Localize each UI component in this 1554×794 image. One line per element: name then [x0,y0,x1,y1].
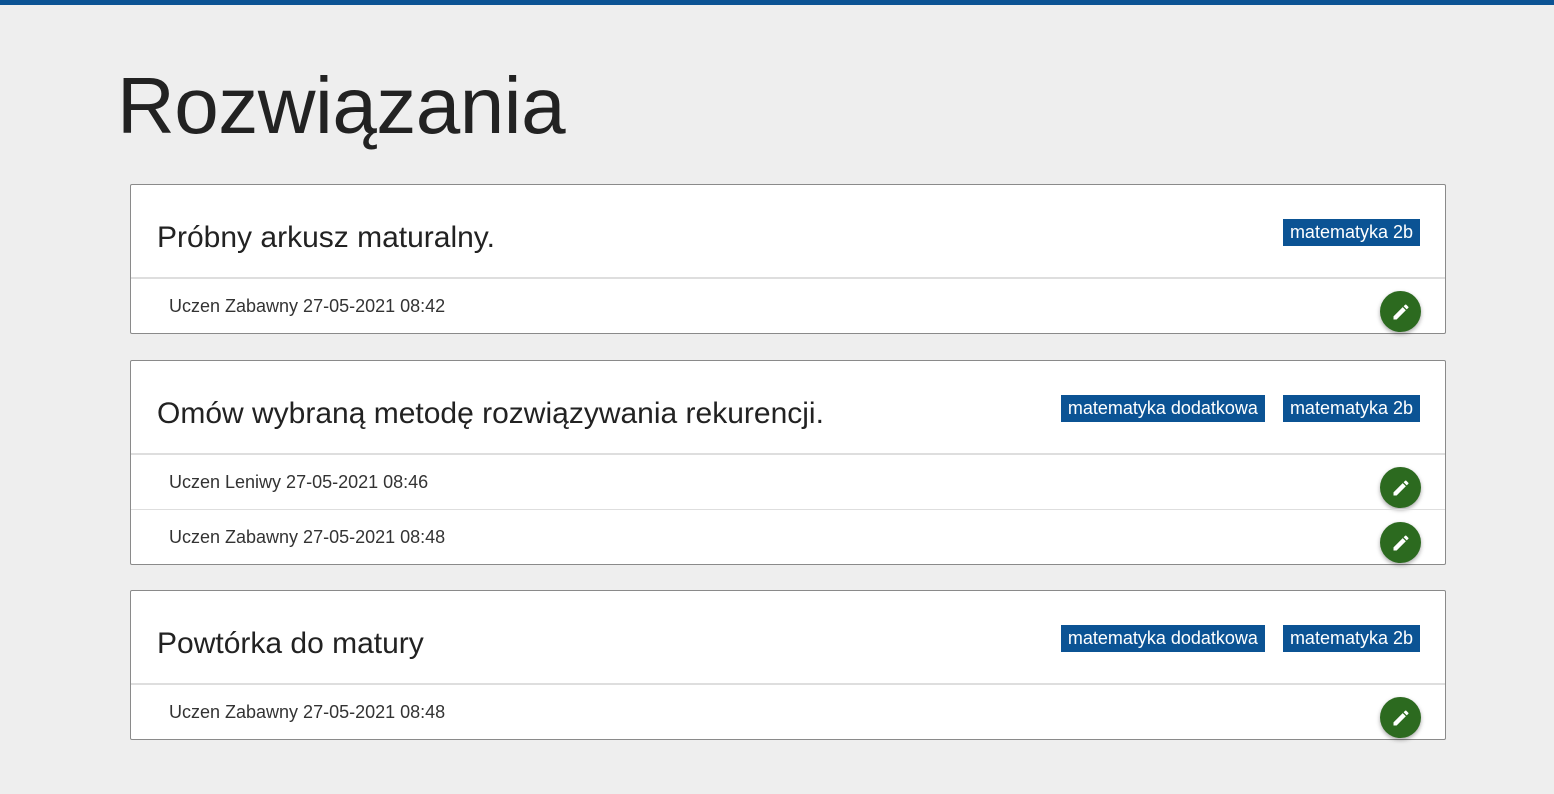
tag-badge[interactable]: matematyka dodatkowa [1060,625,1265,652]
solution-card: Próbny arkusz maturalny. matematyka 2b U… [130,184,1446,334]
card-header: Powtórka do matury matematyka dodatkowa … [131,591,1445,684]
tag-badge[interactable]: matematyka 2b [1282,625,1420,652]
solution-card: Powtórka do matury matematyka dodatkowa … [130,590,1446,740]
solution-card: Omów wybraną metodę rozwiązywania rekure… [130,360,1446,565]
submission-info: Uczen Zabawny 27-05-2021 08:48 [169,527,446,547]
pencil-icon [1393,709,1409,725]
tag-badge[interactable]: matematyka 2b [1282,395,1420,422]
tag-list: matematyka 2b [1282,219,1420,246]
edit-button[interactable] [1380,697,1421,738]
pencil-icon [1393,479,1409,495]
card-title[interactable]: Próbny arkusz maturalny. [157,220,495,256]
submission-row: Uczen Zabawny 27-05-2021 08:42 [131,278,1445,333]
edit-button[interactable] [1380,522,1421,563]
submission-row: Uczen Zabawny 27-05-2021 08:48 [131,509,1445,564]
tag-badge[interactable]: matematyka 2b [1282,219,1420,246]
pencil-icon [1393,303,1409,319]
tag-badge[interactable]: matematyka dodatkowa [1060,395,1265,422]
edit-button[interactable] [1380,467,1421,508]
tag-list: matematyka dodatkowa matematyka 2b [1060,625,1420,652]
card-title[interactable]: Powtórka do matury [157,626,424,662]
edit-button[interactable] [1380,291,1421,332]
card-header: Próbny arkusz maturalny. matematyka 2b [131,185,1445,278]
submission-row: Uczen Zabawny 27-05-2021 08:48 [131,684,1445,739]
card-title[interactable]: Omów wybraną metodę rozwiązywania rekure… [157,396,824,432]
tag-list: matematyka dodatkowa matematyka 2b [1060,395,1420,422]
submission-info: Uczen Zabawny 27-05-2021 08:42 [169,296,446,316]
pencil-icon [1393,534,1409,550]
submission-info: Uczen Leniwy 27-05-2021 08:46 [169,472,429,492]
top-accent-bar [0,0,1554,5]
submission-row: Uczen Leniwy 27-05-2021 08:46 [131,454,1445,509]
page-title: Rozwiązania [117,61,566,150]
card-header: Omów wybraną metodę rozwiązywania rekure… [131,361,1445,454]
submission-info: Uczen Zabawny 27-05-2021 08:48 [169,702,446,722]
